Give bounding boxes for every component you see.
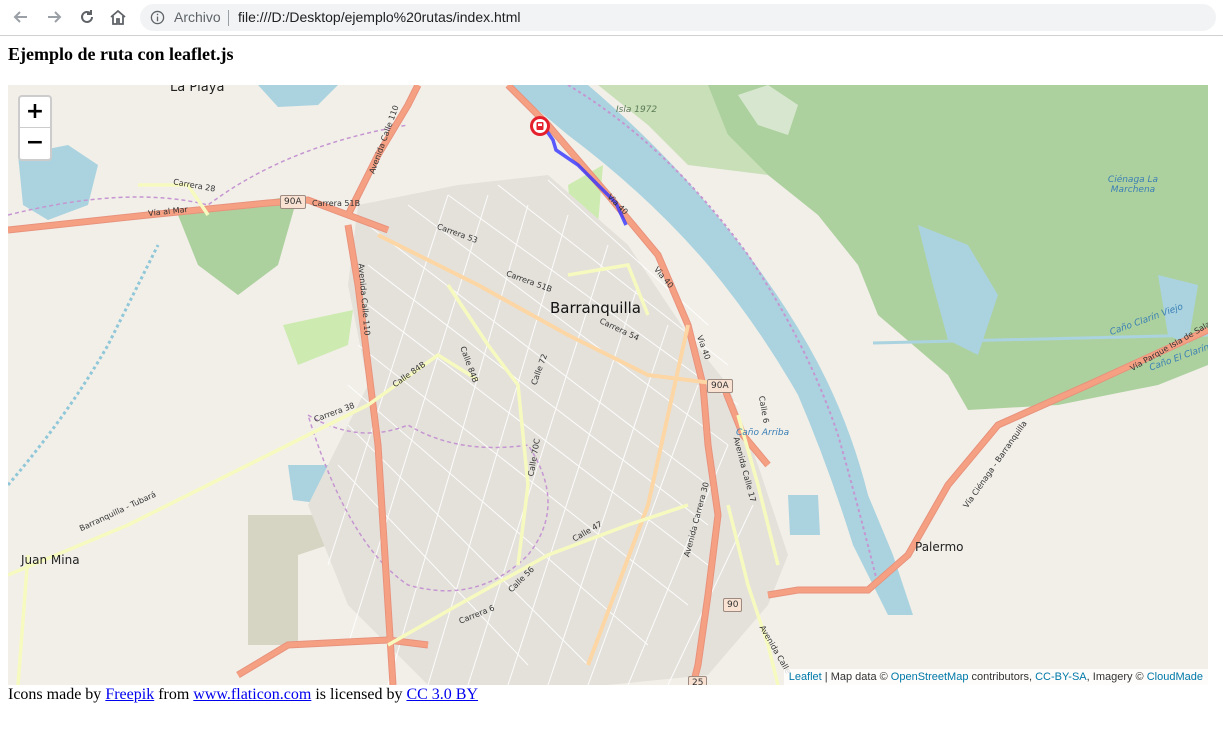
security-label: Archivo (174, 9, 221, 25)
page-title: Ejemplo de ruta con leaflet.js (8, 44, 234, 64)
zoom-out-button[interactable]: − (20, 128, 50, 158)
pond-east (788, 495, 820, 535)
route-marker-icon[interactable] (529, 115, 551, 137)
cloudmade-link[interactable]: CloudMade (1147, 671, 1203, 683)
zoom-in-button[interactable]: + (20, 97, 50, 128)
road-shield: 90A (707, 379, 733, 393)
credits-text: Icons made by (8, 686, 106, 703)
place-label-juan-mina: Juan Mina (21, 553, 80, 567)
url-text[interactable]: file:///D:/Desktop/ejemplo%20rutas/index… (238, 9, 520, 25)
water-label-cano-arriba: Caño Arriba (736, 428, 790, 438)
back-arrow-icon (13, 11, 27, 23)
credits-text: from (154, 686, 194, 703)
water-label-isla: Isla 1972 (616, 105, 658, 115)
flaticon-link[interactable]: www.flaticon.com (193, 686, 311, 703)
zoom-control: + − (18, 95, 52, 161)
map-container[interactable]: La Playa Barranquilla Juan Mina Palermo … (8, 85, 1208, 685)
reload-icon (81, 10, 93, 23)
forward-arrow-icon (48, 11, 62, 23)
reload-button[interactable] (76, 6, 98, 28)
attribution-text: | Map data © (821, 671, 891, 683)
cc-license-link[interactable]: CC 3.0 BY (406, 686, 478, 703)
map-tiles[interactable] (8, 85, 1208, 685)
address-separator (228, 10, 229, 26)
browser-toolbar: Archivo file:///D:/Desktop/ejemplo%20rut… (0, 0, 1223, 36)
address-bar[interactable]: Archivo file:///D:/Desktop/ejemplo%20rut… (140, 4, 1216, 31)
road-shield: 25 (688, 676, 708, 685)
place-label-la-playa: La Playa (170, 85, 225, 95)
freepik-link[interactable]: Freepik (105, 686, 154, 703)
icon-credits: Icons made by Freepik from www.flaticon.… (8, 686, 478, 704)
leaflet-link[interactable]: Leaflet (789, 671, 822, 683)
water-label-marchena: Ciénaga La Marchena (1107, 175, 1159, 195)
attribution-text: , Imagery © (1086, 671, 1147, 683)
back-button[interactable] (10, 6, 32, 28)
home-button[interactable] (107, 6, 129, 28)
license-link[interactable]: CC-BY-SA (1035, 671, 1087, 683)
openstreetmap-link[interactable]: OpenStreetMap (891, 671, 969, 683)
road-shield: 90 (723, 598, 743, 612)
info-icon[interactable] (150, 10, 165, 25)
forward-button[interactable] (43, 6, 65, 28)
home-icon (110, 9, 126, 25)
road-shield: 90A (280, 195, 306, 209)
map-attribution: Leaflet | Map data © OpenStreetMap contr… (783, 669, 1208, 685)
street-label: Carrera 51B (312, 199, 361, 208)
city-label: Barranquilla (550, 299, 641, 317)
attribution-text: contributors, (968, 671, 1036, 683)
credits-text: is licensed by (311, 686, 407, 703)
place-label-palermo: Palermo (915, 540, 964, 554)
